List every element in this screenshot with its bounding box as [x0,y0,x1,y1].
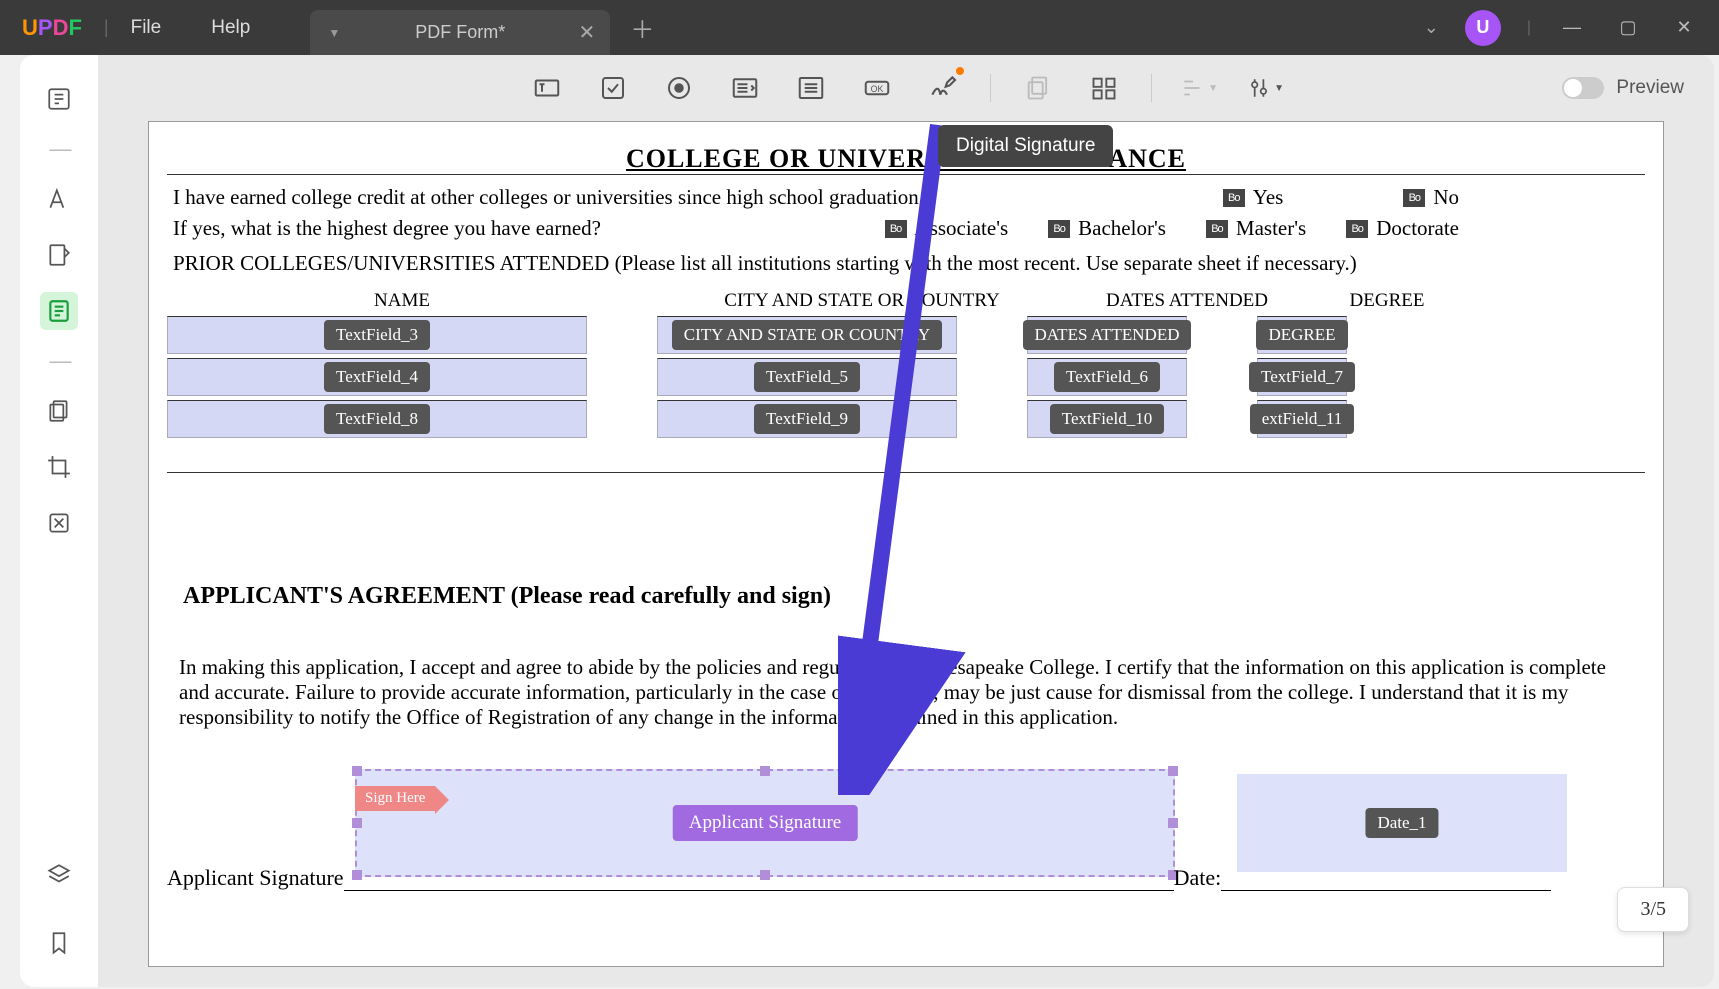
dropdown-tool[interactable] [726,69,764,107]
form-text-field[interactable]: TextField_7 [1257,358,1347,396]
tab-close-icon[interactable]: ✕ [579,20,596,45]
crop-tool-button[interactable] [40,448,78,486]
menu-help[interactable]: Help [211,17,250,39]
section-heading: COLLEGE OR UNIVERSITY ATTENDANCE [167,144,1645,174]
form-text-field[interactable]: DEGREE [1257,316,1347,354]
redact-tool-button[interactable] [40,504,78,542]
signature-field-selected[interactable]: Sign Here Applicant Signature [355,769,1175,877]
layers-button[interactable] [40,856,78,894]
window-close-icon[interactable]: ✕ [1669,17,1699,38]
resize-handle[interactable] [1168,766,1178,776]
form-text-field[interactable]: extField_11 [1257,400,1347,438]
form-text-field[interactable]: CITY AND STATE OR COUNTRY [657,316,957,354]
form-text-field[interactable]: TextField_4 [167,358,587,396]
align-tool[interactable] [1085,69,1123,107]
document-tab[interactable]: ▼ PDF Form* ✕ [310,10,610,55]
bookmark-button[interactable] [40,924,78,962]
checkbox-doctorate[interactable]: Bo [1346,220,1368,238]
form-text-field[interactable]: TextField_9 [657,400,957,438]
button-tool[interactable]: OK [858,69,896,107]
form-toolbar: OK ▼ ▼ Preview [98,55,1714,121]
annotate-tool-button[interactable] [40,236,78,274]
resize-handle[interactable] [1168,818,1178,828]
checkbox-masters[interactable]: Bo [1206,220,1228,238]
checkbox-associates[interactable]: Bo [885,220,907,238]
pdf-page[interactable]: COLLEGE OR UNIVERSITY ATTENDANCE I have … [148,121,1664,967]
tooltip: Digital Signature [938,125,1113,167]
preview-toggle[interactable] [1562,77,1604,99]
checkbox-bachelors[interactable]: Bo [1048,220,1070,238]
checkbox-yes[interactable]: Bo [1223,189,1245,207]
checkbox-no[interactable]: Bo [1403,189,1425,207]
agreement-heading: APPLICANT'S AGREEMENT (Please read caref… [183,583,1645,610]
form-text-field[interactable]: TextField_10 [1027,400,1187,438]
resize-handle[interactable] [352,818,362,828]
radio-button-tool[interactable] [660,69,698,107]
form-text-field[interactable]: TextField_6 [1027,358,1187,396]
digital-signature-tool[interactable] [924,69,962,107]
chevron-down-icon[interactable]: ⌄ [1424,17,1439,38]
page-indicator[interactable]: 3/5 [1617,887,1689,932]
date-text-field[interactable]: Date_1 [1237,774,1567,872]
agreement-text: In making this application, I accept and… [167,655,1645,729]
form-text-field[interactable]: TextField_3 [167,316,587,354]
settings-tool[interactable]: ▼ [1246,69,1284,107]
resize-handle[interactable] [352,766,362,776]
new-tab-button[interactable]: ＋ [630,10,654,45]
window-minimize-icon[interactable]: — [1557,17,1587,38]
svg-text:OK: OK [871,84,884,94]
menu-file[interactable]: File [131,17,162,39]
text-field-tool[interactable] [528,69,566,107]
tab-title: PDF Form* [415,22,505,43]
thumbnails-button[interactable] [40,80,78,118]
app-logo: UPDF [22,15,82,41]
copy-tool[interactable] [1019,69,1057,107]
form-text-field[interactable]: TextField_5 [657,358,957,396]
distribute-tool[interactable]: ▼ [1180,69,1218,107]
window-maximize-icon[interactable]: ▢ [1613,17,1643,38]
tab-dropdown-icon[interactable]: ▼ [328,26,340,40]
left-tool-strip: — — [20,55,98,987]
list-box-tool[interactable] [792,69,830,107]
checkbox-tool[interactable] [594,69,632,107]
user-avatar[interactable]: U [1465,10,1501,46]
form-text-field[interactable]: TextField_8 [167,400,587,438]
sign-here-tag: Sign Here [355,786,435,811]
preview-label: Preview [1616,77,1684,99]
resize-handle[interactable] [760,766,770,776]
titlebar: UPDF | File Help ▼ PDF Form* ✕ ＋ ⌄ U | —… [0,0,1719,55]
pages-tool-button[interactable] [40,392,78,430]
edit-tool-button[interactable] [40,180,78,218]
signature-field-label: Applicant Signature [673,805,858,841]
form-tool-button[interactable] [40,292,78,330]
form-text-field[interactable]: DATES ATTENDED [1027,316,1187,354]
